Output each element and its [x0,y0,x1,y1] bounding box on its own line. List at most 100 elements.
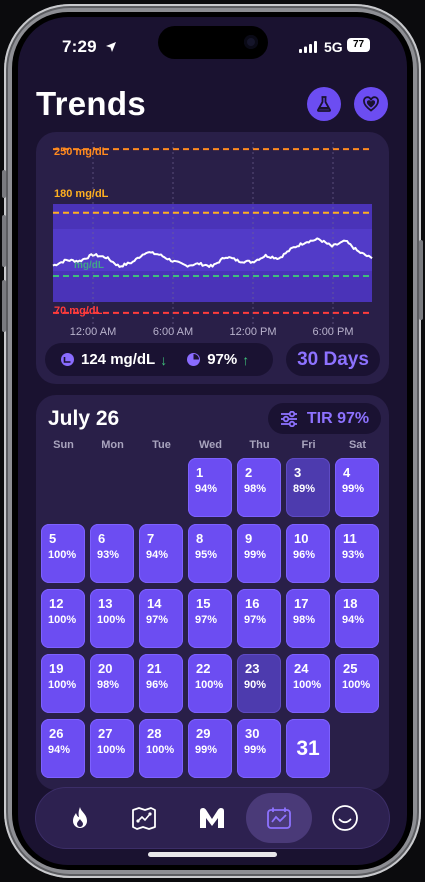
tab-flame[interactable] [47,793,113,843]
calendar-day[interactable]: 12 100% [41,589,85,648]
time-in-range-pie-icon [187,353,201,366]
day-number: 18 [343,596,358,611]
calendar-day[interactable]: 13 100% [90,589,134,648]
day-number: 8 [196,531,204,546]
day-number: 6 [98,531,106,546]
day-number: 9 [245,531,253,546]
day-number: 26 [49,726,64,741]
day-tir-percent: 98% [97,679,120,691]
day-tir-percent: 100% [195,679,224,691]
calendar-day[interactable]: 18 94% [335,589,379,648]
calendar-day[interactable]: 3 89% [286,458,330,517]
calendar-day[interactable]: 23 90% [237,654,281,713]
calendar-day[interactable]: 15 97% [188,589,232,648]
day-tir-percent: 100% [342,679,371,691]
x-tick-label: 12:00 PM [229,326,276,337]
day-number: 4 [343,465,351,480]
weekday-label: Thu [249,439,270,451]
day-number: 22 [196,661,211,676]
lab-flask-button[interactable] [307,87,341,121]
tab-map[interactable] [111,793,177,843]
day-number: 7 [147,531,155,546]
weekday-label: Fri [301,439,316,451]
period-selector[interactable]: 30 Days [286,343,380,376]
calendar-day[interactable]: 5 100% [41,524,85,583]
tir-filter-button[interactable]: TIR 97% [268,403,381,434]
day-number: 16 [245,596,260,611]
calendar-day[interactable]: 8 95% [188,524,232,583]
day-tir-percent: 93% [342,549,365,561]
threshold-label-180: 180 mg/dL [54,188,109,200]
tab-home-logo[interactable] [179,793,245,843]
dynamic-island [158,26,268,59]
calendar-day[interactable]: 10 96% [286,524,330,583]
calendar-day[interactable]: 19 100% [41,654,85,713]
weekday-label: Tue [152,439,171,451]
average-value: 124 mg/dL [81,351,156,368]
calendar-day[interactable]: 24 100% [286,654,330,713]
day-number: 29 [196,726,211,741]
day-number: 24 [294,661,309,676]
calendar-day[interactable]: 1 94% [188,458,232,517]
calendar-day[interactable]: 4 99% [335,458,379,517]
day-tir-percent: 89% [293,483,316,495]
glucose-chart: 250 mg/dL 180 mg/dL 70 mg/dL mg/dL 12:00… [52,142,373,337]
calendar-day[interactable]: 7 94% [139,524,183,583]
day-number: 5 [49,531,57,546]
x-tick-labels: 12:00 AM 6:00 AM 12:00 PM 6:00 PM [70,326,354,337]
day-tir-percent: 94% [48,744,71,756]
screen: 7:29 5G 77 Trends 250 mg/dL 180 mg/dL 70… [18,17,407,865]
day-tir-percent: 100% [97,744,126,756]
calendar-day[interactable]: 30 99% [237,719,281,778]
time-in-range-value: 97% [207,351,238,368]
calendar-day[interactable]: 11 93% [335,524,379,583]
day-tir-percent: 95% [195,549,218,561]
calendar-day[interactable]: 2 98% [237,458,281,517]
day-tir-percent: 100% [97,614,126,626]
side-button [2,170,6,198]
calendar-day[interactable]: 17 98% [286,589,330,648]
calendar-day[interactable]: 6 93% [90,524,134,583]
day-number: 3 [294,465,302,480]
calendar-day[interactable]: 14 97% [139,589,183,648]
tab-trends[interactable] [246,793,312,843]
day-number: 12 [49,596,64,611]
calendar-day[interactable]: 27 100% [90,719,134,778]
day-tir-percent: 100% [146,744,175,756]
weekday-label: Sat [348,439,367,451]
day-number: 30 [245,726,260,741]
calendar-day[interactable]: 22 100% [188,654,232,713]
day-tir-percent: 96% [146,679,169,691]
flame-icon [73,807,87,828]
calendar-day[interactable]: 26 94% [41,719,85,778]
calendar-day[interactable]: 21 96% [139,654,183,713]
health-heart-button[interactable] [354,87,388,121]
calendar-day-today[interactable]: 31 [286,719,330,778]
weekday-label: Mon [101,439,124,451]
calendar-day[interactable]: 16 97% [237,589,281,648]
logo-m-icon [200,808,224,828]
average-icon [61,353,74,366]
calendar-day[interactable]: 28 100% [139,719,183,778]
calendar-day[interactable]: 9 99% [237,524,281,583]
day-tir-percent: 97% [244,614,267,626]
tab-profile[interactable] [312,793,378,843]
flask-icon [317,96,331,112]
day-tir-percent: 100% [48,549,77,561]
smiley-icon [332,805,358,831]
day-number: 20 [98,661,113,676]
calendar-day[interactable]: 29 99% [188,719,232,778]
day-number: 1 [196,465,204,480]
threshold-label-70: 70 mg/dL [54,305,103,317]
home-indicator [148,852,277,857]
average-trend-down-icon: ↓ [160,351,168,368]
day-tir-percent: 98% [244,483,267,495]
day-tir-percent: 99% [195,744,218,756]
page-title: Trends [36,85,147,122]
calendar-day[interactable]: 20 98% [90,654,134,713]
calendar-day[interactable]: 25 100% [335,654,379,713]
day-tir-percent: 94% [146,549,169,561]
day-tir-percent: 100% [293,679,322,691]
day-number: 17 [294,596,309,611]
status-bar: 7:29 5G 77 [18,17,407,71]
